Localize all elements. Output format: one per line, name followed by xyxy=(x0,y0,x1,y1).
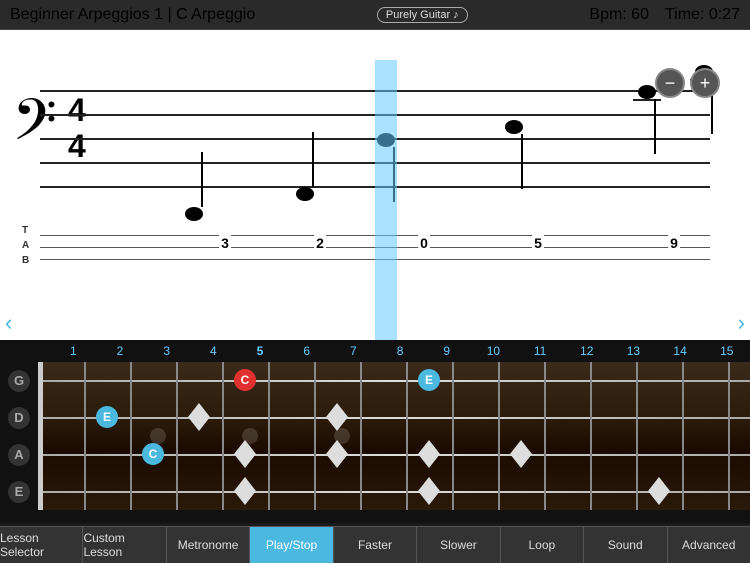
toolbar: Lesson Selector Custom Lesson Metronome … xyxy=(0,526,750,563)
loop-button[interactable]: Loop xyxy=(501,527,584,563)
tab-num-4: 5 xyxy=(532,235,544,251)
sound-button[interactable]: Sound xyxy=(584,527,667,563)
playhead xyxy=(375,60,397,340)
fb-diamond-e5 xyxy=(234,477,256,505)
fb-diamond-e9 xyxy=(418,477,440,505)
tab-num-1: 3 xyxy=(219,235,231,251)
fb-diamond-d4 xyxy=(188,403,210,431)
faster-button[interactable]: Faster xyxy=(334,527,417,563)
string-label-d: D xyxy=(8,407,30,429)
sheet-music-area: 𝄢 4 4 T xyxy=(0,30,750,340)
tab-label-t: T xyxy=(22,225,28,236)
note-e-g9: E xyxy=(418,369,440,391)
tab-num-3: 0 xyxy=(418,235,430,251)
fretboard: C E E C xyxy=(38,362,750,510)
bpm-time: Bpm: 60 Time: 0:27 xyxy=(589,6,740,24)
tab-num-2: 2 xyxy=(314,235,326,251)
fb-diamond-d7 xyxy=(326,403,348,431)
play-stop-button[interactable]: Play/Stop xyxy=(250,527,333,563)
title: Beginner Arpeggios 1 | C Arpeggio xyxy=(10,6,255,24)
tab-label-b: B xyxy=(22,255,29,266)
slower-button[interactable]: Slower xyxy=(417,527,500,563)
advanced-button[interactable]: Advanced xyxy=(668,527,750,563)
zoom-minus-button[interactable]: − xyxy=(655,68,685,98)
metronome-button[interactable]: Metronome xyxy=(167,527,250,563)
string-label-g: G xyxy=(8,370,30,392)
top-bar: Beginner Arpeggios 1 | C Arpeggio Purely… xyxy=(0,0,750,30)
custom-lesson-button[interactable]: Custom Lesson xyxy=(83,527,166,563)
fb-diamond-a5 xyxy=(234,440,256,468)
zoom-plus-button[interactable]: + xyxy=(690,68,720,98)
fb-diamond-e14 xyxy=(648,477,670,505)
string-g xyxy=(38,380,750,382)
note-e-d2: E xyxy=(96,406,118,428)
string-d xyxy=(38,417,750,419)
note-c-a3: C xyxy=(142,443,164,465)
string-label-a: A xyxy=(8,444,30,466)
fb-diamond-a11 xyxy=(510,440,532,468)
string-e xyxy=(38,491,750,493)
note-c-g5: C xyxy=(234,369,256,391)
fret-numbers: 1 2 3 4 5 6 7 8 9 10 11 12 13 14 15 xyxy=(40,340,750,362)
fretboard-area: 1 2 3 4 5 6 7 8 9 10 11 12 13 14 15 G D … xyxy=(0,340,750,523)
tab-label-a: A xyxy=(22,240,29,251)
lesson-selector-button[interactable]: Lesson Selector xyxy=(0,527,83,563)
string-label-e: E xyxy=(8,481,30,503)
nut xyxy=(38,362,43,510)
logo: Purely Guitar ♪ xyxy=(377,7,468,23)
fb-diamond-a7 xyxy=(326,440,348,468)
string-labels: G D A E xyxy=(0,362,38,510)
tab-num-5: 9 xyxy=(668,235,680,251)
fb-diamond-a9 xyxy=(418,440,440,468)
